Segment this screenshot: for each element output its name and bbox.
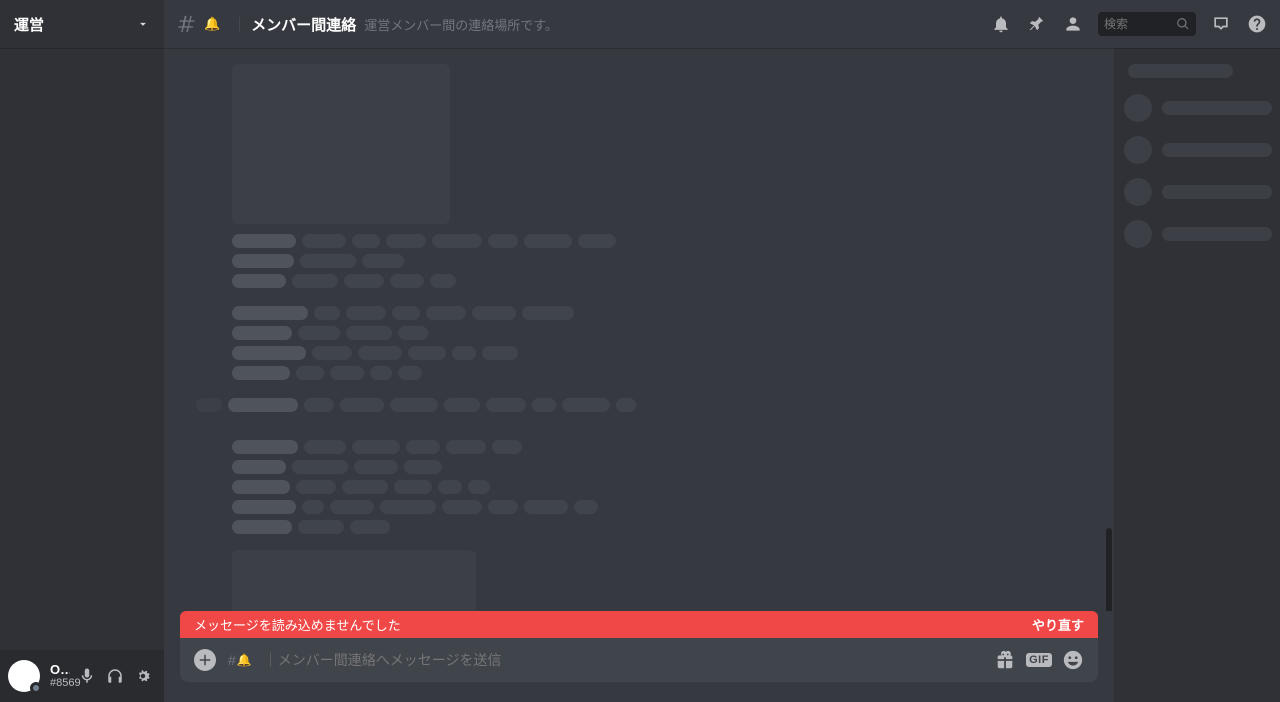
chevron-down-icon xyxy=(136,17,150,31)
members-icon[interactable] xyxy=(1062,13,1084,35)
member-row[interactable] xyxy=(1122,136,1272,164)
channel-list xyxy=(0,48,164,650)
channel-title: ｜メンバー間連絡 xyxy=(228,14,356,35)
user-name: OnigiriAlga xyxy=(50,662,70,678)
add-attachment-button[interactable] xyxy=(194,649,216,671)
gift-icon[interactable] xyxy=(994,649,1016,671)
error-bar: メッセージを読み込めませんでした やり直す xyxy=(180,611,1098,638)
channel-prefix: #🔔 xyxy=(228,652,252,668)
retry-button[interactable]: やり直す xyxy=(1032,615,1084,634)
help-icon[interactable] xyxy=(1246,13,1268,35)
member-row[interactable] xyxy=(1122,178,1272,206)
message-input[interactable] xyxy=(264,652,982,668)
channel-topic: 運営メンバー間の連絡場所です。 xyxy=(364,15,982,34)
channel-header: 🔔 ｜メンバー間連絡 運営メンバー間の連絡場所です。 xyxy=(164,0,1280,48)
search-box[interactable] xyxy=(1098,12,1196,36)
headphones-icon[interactable] xyxy=(102,663,128,689)
search-input[interactable] xyxy=(1104,17,1176,31)
error-message: メッセージを読み込めませんでした xyxy=(194,615,401,634)
gif-button[interactable]: GIF xyxy=(1028,649,1050,671)
server-name: 運営 xyxy=(14,14,44,35)
channel-sidebar: 運営 OnigiriAlga #8569 xyxy=(0,0,164,702)
user-panel: OnigiriAlga #8569 xyxy=(0,650,164,702)
mic-icon[interactable] xyxy=(74,663,100,689)
message-composer[interactable]: #🔔 GIF xyxy=(180,638,1098,682)
settings-icon[interactable] xyxy=(130,663,156,689)
hash-icon xyxy=(176,13,198,35)
user-avatar[interactable] xyxy=(8,660,40,692)
bell-icon: 🔔 xyxy=(204,16,220,32)
members-group-header xyxy=(1128,64,1233,78)
notifications-icon[interactable] xyxy=(990,13,1012,35)
scrollbar[interactable] xyxy=(1106,528,1112,611)
members-sidebar xyxy=(1114,48,1280,702)
server-header[interactable]: 運営 xyxy=(0,0,164,48)
user-tag: #8569 xyxy=(50,677,70,690)
pin-icon[interactable] xyxy=(1026,13,1048,35)
search-icon xyxy=(1176,17,1190,31)
emoji-icon[interactable] xyxy=(1062,649,1084,671)
inbox-icon[interactable] xyxy=(1210,13,1232,35)
member-row[interactable] xyxy=(1122,220,1272,248)
member-row[interactable] xyxy=(1122,94,1272,122)
messages-area: メッセージを読み込めませんでした やり直す #🔔 xyxy=(164,48,1114,702)
user-info: OnigiriAlga #8569 xyxy=(50,662,70,691)
